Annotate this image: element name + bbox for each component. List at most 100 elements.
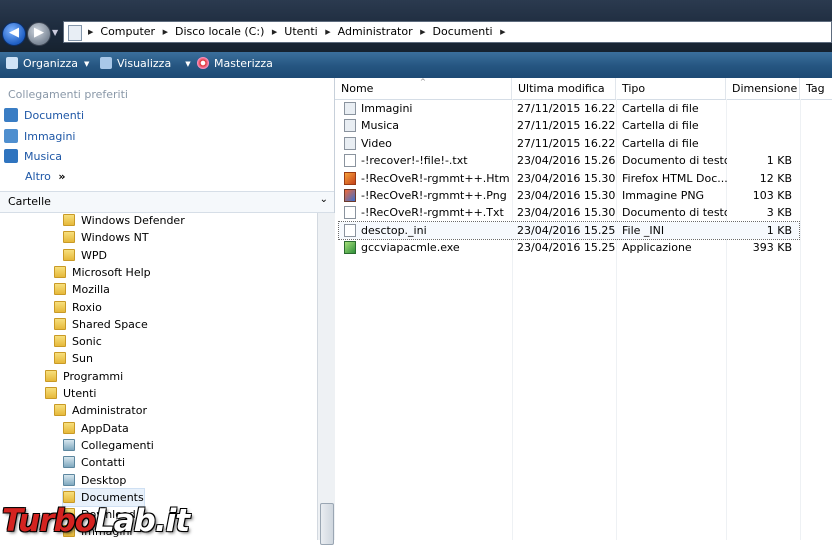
forward-button[interactable]: ▶ [27, 22, 51, 46]
html-file-icon [344, 171, 356, 185]
organize-icon [6, 57, 18, 69]
favorite-label: Documenti [24, 109, 85, 122]
favorite-documenti[interactable]: Documenti [4, 107, 84, 125]
folder-icon [63, 421, 75, 434]
breadcrumb-arrow-icon[interactable]: ▶ [325, 22, 330, 42]
command-toolbar: Organizza ▼ Visualizza ▼ Masterizza [0, 52, 832, 78]
breadcrumb-arrow-icon[interactable]: ▶ [272, 22, 277, 42]
burn-button[interactable]: Masterizza [197, 52, 273, 78]
scrollbar-thumb[interactable] [320, 503, 334, 545]
tree-item-label: Windows NT [81, 231, 149, 245]
favorite-label: Musica [24, 150, 63, 163]
column-size[interactable]: Dimensione [726, 78, 800, 99]
tree-item[interactable]: Sun [54, 350, 93, 367]
breadcrumb-administrator[interactable]: Administrator [338, 25, 413, 38]
file-name: -!RecOveR!-rgmmt++.Txt [361, 206, 504, 220]
burn-label: Masterizza [214, 57, 273, 70]
file-row[interactable]: Musica 27/11/2015 16.22 Cartella di file [339, 117, 799, 134]
tree-scrollbar[interactable] [317, 213, 335, 545]
tree-item[interactable]: Mozilla [54, 281, 110, 298]
file-size: 12 KB [759, 171, 792, 185]
file-modified: 23/04/2016 15.25 [517, 241, 616, 255]
tree-item-label: Utenti [63, 387, 97, 400]
file-name-cell: gccviapacmle.exe [344, 239, 510, 256]
breadcrumb-disk[interactable]: Disco locale (C:) [175, 25, 264, 38]
file-row[interactable]: Video 27/11/2015 16.22 Cartella di file [339, 135, 799, 152]
tree-item[interactable]: Shared Space [54, 316, 148, 333]
tree-item[interactable]: Utenti [45, 385, 96, 402]
breadcrumb-arrow-icon[interactable]: ▶ [500, 22, 505, 42]
tree-item-label: Roxio [72, 300, 102, 314]
tree-item[interactable]: Windows NT [63, 229, 149, 246]
view-label: Visualizza [117, 57, 172, 70]
forward-arrow-icon: ▶ [34, 25, 44, 40]
address-box[interactable]: ▶ Computer ▶ Disco locale (C:) ▶ Utenti ▶ Ad… [63, 21, 832, 43]
back-button[interactable]: ◀ [2, 22, 26, 46]
file-name: -!RecOveR!-rgmmt++.Htm [361, 171, 510, 185]
tree-item-label: Windows Defender [81, 214, 185, 227]
folder-icon [63, 490, 75, 503]
folder-icon [45, 387, 57, 399]
column-modified[interactable]: Ultima modifica [512, 78, 616, 99]
folder-icon [63, 473, 75, 486]
file-size: 1 KB [766, 154, 792, 168]
tree-item[interactable]: Sonic [54, 333, 102, 350]
tree-item[interactable]: Desktop [63, 472, 126, 489]
file-row[interactable]: -!recover!-!file!-.txt 23/04/2016 15.26 Do… [339, 152, 799, 169]
file-name-cell: Immagini [344, 100, 510, 117]
tree-item[interactable]: AppData [63, 420, 129, 437]
tree-item[interactable]: Programmi [45, 368, 123, 385]
music-icon [4, 149, 18, 163]
folder-icon [63, 456, 75, 469]
png-file-icon [344, 189, 356, 202]
file-row[interactable]: -!RecOveR!-rgmmt++.Png 23/04/2016 15.30 Im… [339, 187, 799, 204]
file-name-cell: -!recover!-!file!-.txt [344, 152, 510, 169]
organize-label: Organizza [23, 57, 79, 70]
file-type: Documento di testo [622, 206, 727, 220]
file-type: File _INI [622, 223, 665, 237]
breadcrumb-computer[interactable]: Computer [100, 25, 155, 38]
folders-header[interactable]: Cartelle ⌄ [0, 191, 334, 213]
view-button[interactable]: Visualizza ▼ [100, 52, 191, 78]
file-type: Cartella di file [622, 136, 699, 150]
breadcrumb: ▶ Computer ▶ Disco locale (C:) ▶ Utenti ▶ Ad… [84, 22, 512, 42]
breadcrumb-documenti[interactable]: Documenti [433, 25, 493, 38]
folder-icon [54, 300, 66, 313]
file-type: Immagine PNG [622, 189, 705, 202]
tree-item[interactable]: Roxio [54, 299, 102, 316]
breadcrumb-arrow-icon[interactable]: ▶ [163, 22, 168, 42]
favorite-musica[interactable]: Musica [4, 148, 62, 166]
file-name-cell: -!RecOveR!-rgmmt++.Htm [344, 170, 510, 187]
file-modified: 23/04/2016 15.30 [517, 206, 616, 220]
favorite-immagini[interactable]: Immagini [4, 128, 75, 146]
tree-item[interactable]: Windows Defender [63, 212, 185, 229]
tree-item[interactable]: Microsoft Help [54, 264, 151, 281]
file-name: -!RecOveR!-rgmmt++.Png [361, 189, 507, 202]
file-modified: 23/04/2016 15.30 [517, 189, 616, 202]
folder-icon [54, 352, 66, 365]
tree-item-label: Documents [81, 490, 144, 504]
file-row[interactable]: -!RecOveR!-rgmmt++.Txt 23/04/2016 15.30 Do… [339, 204, 799, 221]
recent-pages-dropdown[interactable]: ▼ [52, 28, 60, 38]
file-row[interactable]: -!RecOveR!-rgmmt++.Htm 23/04/2016 15.30 Fi… [339, 170, 799, 187]
chevron-down-icon: ⌄ [319, 194, 328, 205]
tree-item-label: WPD [81, 248, 107, 262]
favorite-label: Immagini [24, 130, 76, 143]
tree-item[interactable]: Collegamenti [63, 437, 154, 454]
tree-item[interactable]: Administrator [54, 402, 147, 419]
tree-item[interactable]: WPD [63, 247, 107, 264]
tree-item-label: Mozilla [72, 283, 110, 297]
column-tags[interactable]: Tag [800, 78, 832, 99]
file-row[interactable]: desctop._ini 23/04/2016 15.25 File _INI 1 K… [338, 220, 800, 240]
breadcrumb-arrow-icon[interactable]: ▶ [88, 22, 93, 42]
organize-button[interactable]: Organizza ▼ [6, 52, 89, 78]
breadcrumb-arrow-icon[interactable]: ▶ [420, 22, 425, 42]
breadcrumb-utenti[interactable]: Utenti [284, 25, 317, 38]
column-type[interactable]: Tipo [616, 78, 726, 99]
file-size: 103 KB [752, 189, 792, 202]
favorites-more-label: Altro [25, 170, 51, 183]
file-row[interactable]: Immagini 27/11/2015 16.22 Cartella di file [339, 100, 799, 117]
file-row[interactable]: gccviapacmle.exe 23/04/2016 15.25 Applicaz… [339, 239, 799, 256]
tree-item[interactable]: Contatti [63, 454, 125, 471]
favorites-more-button[interactable]: Altro » [25, 168, 66, 186]
